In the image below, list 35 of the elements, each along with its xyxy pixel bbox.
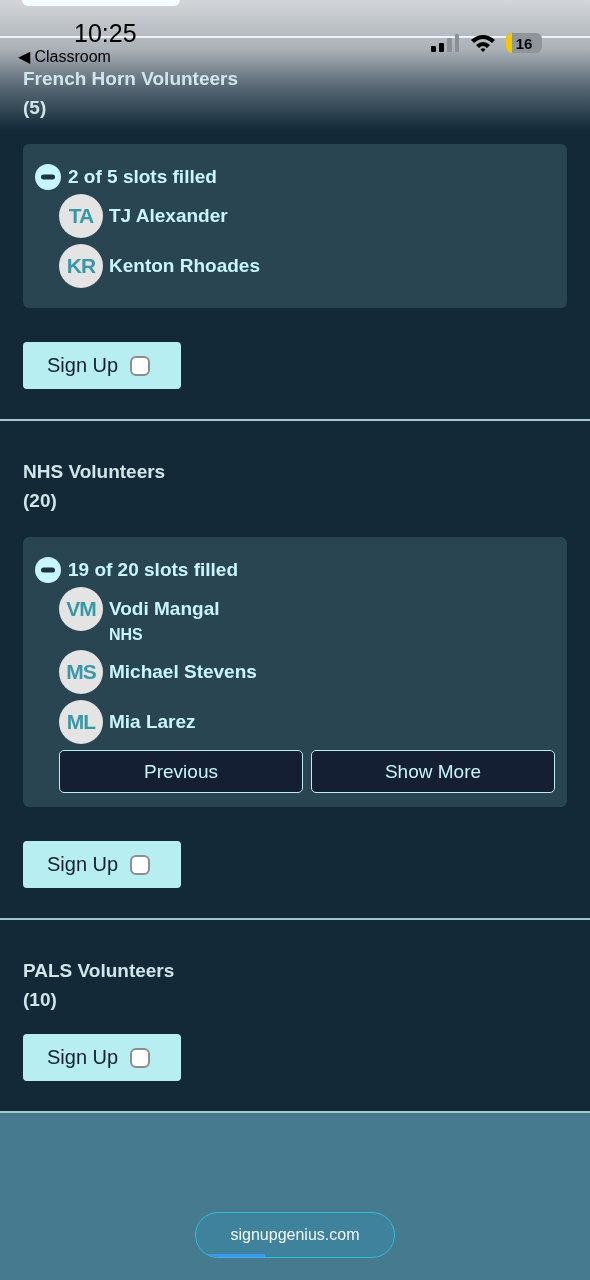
slots-filled-label: 19 of 20 slots filled <box>68 559 238 581</box>
person-name: Mia Larez <box>109 710 196 734</box>
avatar: TA <box>59 194 103 238</box>
address-bar[interactable]: signupgenius.com <box>195 1212 395 1258</box>
slot-title: NHS Volunteers <box>22 460 167 484</box>
sign-up-button[interactable]: Sign Up <box>23 841 181 888</box>
clock-time: 10:25 <box>74 19 137 48</box>
checkbox[interactable] <box>130 355 151 376</box>
person-note: NHS <box>109 626 144 644</box>
avatar: VM <box>59 587 103 631</box>
avatar: MS <box>59 650 103 694</box>
slot-count: (10) <box>22 988 58 1012</box>
battery-icon: 16 <box>506 33 542 53</box>
slot-count: (20) <box>22 489 58 513</box>
avatar: ML <box>59 700 103 744</box>
avatar: KR <box>59 244 103 288</box>
back-link[interactable]: ◀ Classroom <box>18 47 111 66</box>
checkbox[interactable] <box>130 854 151 875</box>
person-name: Vodi Mangal <box>109 597 220 621</box>
collapse-icon[interactable] <box>35 557 61 583</box>
slot-count: (5) <box>22 96 48 120</box>
collapse-icon[interactable] <box>35 164 61 190</box>
sign-up-button[interactable]: Sign Up <box>23 342 181 389</box>
wifi-icon <box>470 33 496 53</box>
pager-button[interactable]: Previous <box>59 750 303 793</box>
pager-button[interactable]: Show More <box>311 750 555 793</box>
person-name: Michael Stevens <box>109 660 257 684</box>
checkbox[interactable] <box>130 1047 151 1068</box>
sign-up-button[interactable]: Sign Up <box>23 1034 181 1081</box>
slots-filled-label: 2 of 5 slots filled <box>68 166 217 188</box>
signal-icon <box>430 33 460 53</box>
slot-title: PALS Volunteers <box>22 959 176 983</box>
person-name: Kenton Rhoades <box>109 254 260 278</box>
slot-title: French Horn Volunteers <box>22 67 239 91</box>
person-name: TJ Alexander <box>109 204 228 228</box>
